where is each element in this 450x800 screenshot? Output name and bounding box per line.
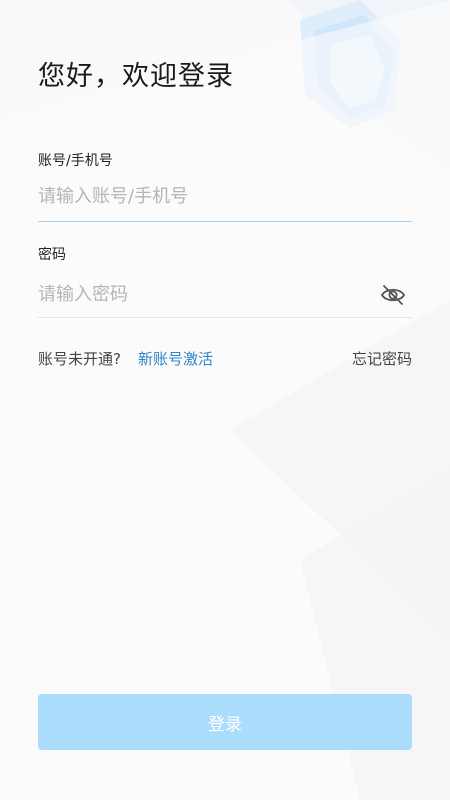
- account-field-label: 账号/手机号: [38, 153, 113, 169]
- account-input-underline: [38, 221, 412, 222]
- password-input-underline: [38, 317, 412, 318]
- login-button[interactable]: 登录: [38, 694, 412, 750]
- password-visibility-toggle[interactable]: [380, 283, 406, 307]
- not-activated-text: 账号未开通?: [38, 350, 121, 368]
- activate-account-link[interactable]: 新账号激活: [138, 348, 213, 369]
- login-screen: 您好，欢迎登录 账号/手机号 密码 账号未开通? 新账号激活 忘记密码 登录: [0, 0, 450, 800]
- page-title: 您好，欢迎登录: [38, 61, 234, 92]
- password-input[interactable]: [38, 274, 368, 314]
- background-decoration: [0, 0, 450, 800]
- account-input[interactable]: [38, 176, 412, 216]
- password-field-label: 密码: [38, 247, 66, 263]
- eye-off-icon: [380, 285, 406, 305]
- account-links-row: 账号未开通? 新账号激活 忘记密码: [38, 348, 412, 370]
- forgot-password-link[interactable]: 忘记密码: [352, 348, 412, 369]
